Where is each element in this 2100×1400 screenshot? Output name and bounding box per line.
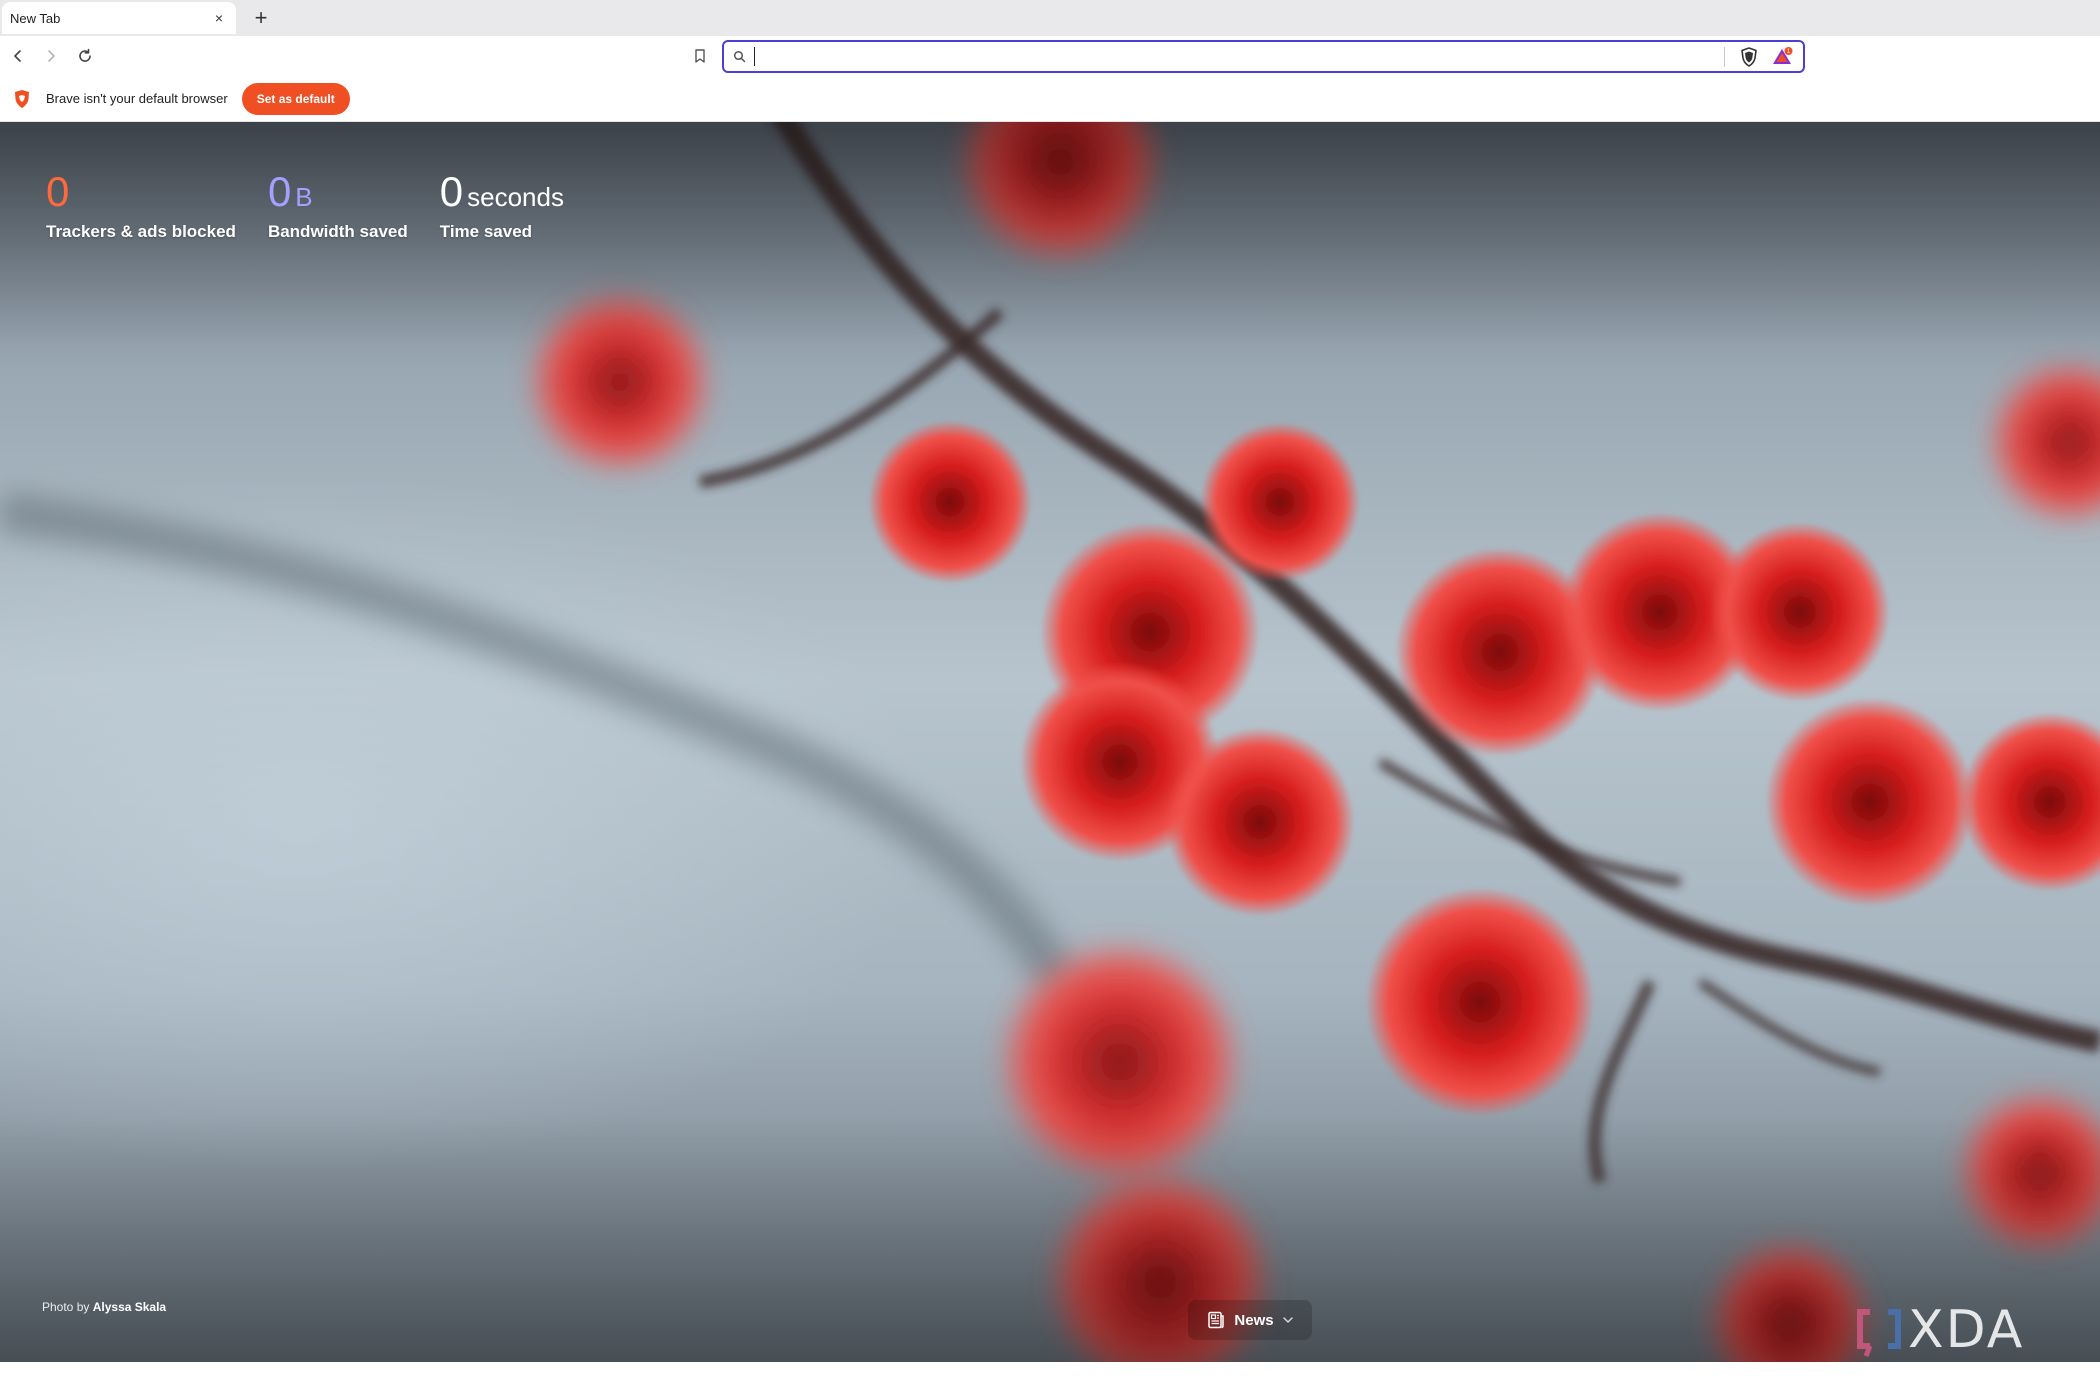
page-bottom <box>0 1362 2100 1400</box>
news-button[interactable]: News <box>1188 1300 1312 1340</box>
time-count: 0 <box>439 168 464 215</box>
xda-text: XDA <box>1908 1300 2025 1360</box>
chevron-down-icon <box>1282 1317 1293 1323</box>
photo-credit: Photo by Alyssa Skala <box>42 1300 166 1314</box>
brave-shields-icon[interactable] <box>1735 43 1763 71</box>
stat-time: 0 seconds Time saved <box>440 166 564 242</box>
new-tab-page: 0 Trackers & ads blocked 0 B Bandwidth s… <box>0 122 2100 1362</box>
bandwidth-count: 0 <box>267 168 292 215</box>
brave-logo-icon <box>12 88 32 110</box>
photo-credit-author[interactable]: Alyssa Skala <box>93 1300 166 1314</box>
search-icon <box>724 42 754 71</box>
bookmark-icon <box>695 49 705 63</box>
set-as-default-button[interactable]: Set as default <box>241 82 350 115</box>
trackers-count: 0 <box>46 168 70 215</box>
bookmark-button[interactable] <box>686 42 714 70</box>
address-input[interactable] <box>754 47 1724 66</box>
news-icon <box>1208 1311 1225 1329</box>
reload-icon <box>79 48 91 62</box>
tab-new-tab[interactable]: New Tab × <box>2 2 236 34</box>
time-unit: seconds <box>467 182 564 212</box>
close-icon[interactable]: × <box>210 9 228 27</box>
forward-button[interactable] <box>37 42 65 70</box>
default-browser-infobar: Brave isn't your default browser Set as … <box>0 76 2100 122</box>
forward-arrow-icon <box>48 50 55 62</box>
infobar-message: Brave isn't your default browser <box>46 91 228 106</box>
toolbar: 1 <box>0 36 2100 76</box>
omnibox-divider <box>1724 46 1725 67</box>
brave-rewards-icon[interactable]: 1 <box>1769 43 1797 71</box>
background-photo <box>0 122 2100 1362</box>
bandwidth-label: Bandwidth saved <box>267 222 408 241</box>
back-button[interactable] <box>4 42 32 70</box>
reload-button[interactable] <box>71 42 99 70</box>
stats-widget: 0 Trackers & ads blocked 0 B Bandwidth s… <box>46 166 564 242</box>
trackers-label: Trackers & ads blocked <box>46 222 236 241</box>
bandwidth-unit: B <box>295 182 313 212</box>
address-bar[interactable]: 1 <box>722 40 1805 73</box>
stat-bandwidth: 0 B Bandwidth saved <box>268 166 408 242</box>
tab-title: New Tab <box>10 10 61 26</box>
xda-bracket-icon <box>1857 1309 1901 1357</box>
back-arrow-icon <box>14 50 21 62</box>
photo-credit-prefix: Photo by <box>42 1300 90 1314</box>
news-label: News <box>1234 1311 1274 1329</box>
stat-trackers: 0 Trackers & ads blocked <box>46 166 236 242</box>
xda-watermark: XDA <box>1856 1300 2076 1360</box>
tab-strip: New Tab × + <box>0 0 2100 36</box>
new-tab-button[interactable]: + <box>248 5 274 31</box>
time-label: Time saved <box>439 222 533 241</box>
